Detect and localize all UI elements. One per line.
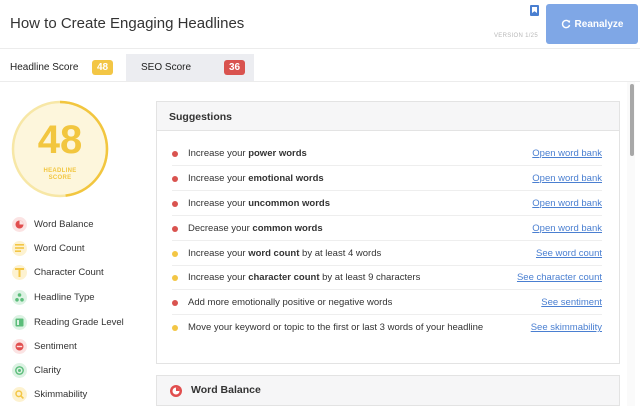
metric-skimmability[interactable]: Skimmability xyxy=(12,386,87,402)
score-label-line1: HEADLINE xyxy=(43,168,77,174)
metric-character-count[interactable]: Character Count xyxy=(12,264,104,280)
suggestion-link[interactable]: See character count xyxy=(517,270,602,285)
metric-label: Word Balance xyxy=(34,218,94,230)
text-t-icon xyxy=(12,264,27,280)
row-divider xyxy=(172,314,602,315)
suggestion-text: Increase your power words xyxy=(188,148,307,159)
bookmark-icon[interactable] xyxy=(530,5,539,16)
seo-score-badge: 36 xyxy=(224,60,246,75)
suggestion-link[interactable]: See word count xyxy=(536,246,602,261)
refresh-icon xyxy=(561,19,570,29)
pie-icon xyxy=(12,216,27,232)
headline-title[interactable]: How to Create Engaging Headlines xyxy=(10,15,244,32)
score-label-line2: SCORE xyxy=(48,175,72,181)
tab-headline-score[interactable]: Headline Score 48 xyxy=(0,54,126,81)
suggestions-header: Suggestions xyxy=(157,102,619,131)
reanalyze-label: Reanalyze xyxy=(574,18,624,30)
headline-score-badge: 48 xyxy=(92,60,114,75)
suggestion-text: Increase your character count by at leas… xyxy=(188,272,421,283)
suggestion-text: Decrease your common words xyxy=(188,223,323,234)
version-label: VERSION 1/25 xyxy=(494,33,538,39)
reanalyze-button[interactable]: Reanalyze xyxy=(546,4,638,44)
status-dot xyxy=(172,226,178,232)
header-divider xyxy=(0,48,640,49)
target-icon xyxy=(12,362,27,378)
status-dot xyxy=(172,325,178,331)
status-dot xyxy=(172,201,178,207)
metric-label: Reading Grade Level xyxy=(34,316,124,328)
suggestion-link[interactable]: Open word bank xyxy=(532,221,602,236)
row-divider xyxy=(172,215,602,216)
row-divider xyxy=(172,265,602,266)
metric-label: Headline Type xyxy=(34,291,95,303)
metric-label: Word Count xyxy=(34,242,85,254)
status-dot xyxy=(172,300,178,306)
score-label: HEADLINE SCORE xyxy=(11,168,109,182)
word-balance-title: Word Balance xyxy=(191,384,261,396)
suggestion-text: Add more emotionally positive or negativ… xyxy=(188,297,393,308)
tab-label: SEO Score xyxy=(141,62,192,73)
pie-icon xyxy=(170,385,182,397)
app-header: How to Create Engaging Headlines VERSION… xyxy=(0,0,640,48)
row-divider xyxy=(172,289,602,290)
row-divider xyxy=(172,165,602,166)
suggestion-text: Increase your emotional words xyxy=(188,173,324,184)
metric-label: Clarity xyxy=(34,364,61,376)
metric-word-balance[interactable]: Word Balance xyxy=(12,216,94,232)
cluster-icon xyxy=(12,289,27,305)
tabs-divider xyxy=(0,81,640,82)
status-dot xyxy=(172,275,178,281)
suggestion-link[interactable]: Open word bank xyxy=(532,171,602,186)
metric-label: Character Count xyxy=(34,266,104,278)
suggestion-link[interactable]: See sentiment xyxy=(541,295,602,310)
lines-icon xyxy=(12,240,27,256)
tab-label: Headline Score xyxy=(10,62,79,73)
suggestion-link[interactable]: See skimmability xyxy=(531,320,602,335)
suggestions-panel: Suggestions Increase your power words Ope… xyxy=(156,101,620,364)
metric-reading-grade-level[interactable]: Reading Grade Level xyxy=(12,314,124,330)
tab-seo-score[interactable]: SEO Score 36 xyxy=(126,54,254,81)
metric-word-count[interactable]: Word Count xyxy=(12,240,85,256)
face-icon xyxy=(12,338,27,354)
status-dot xyxy=(172,176,178,182)
suggestions-title: Suggestions xyxy=(169,111,233,123)
suggestion-text: Increase your word count by at least 4 w… xyxy=(188,248,382,259)
row-divider xyxy=(172,190,602,191)
search-icon xyxy=(12,386,27,402)
suggestion-text: Move your keyword or topic to the first … xyxy=(188,322,484,333)
book-icon xyxy=(12,314,27,330)
suggestion-link[interactable]: Open word bank xyxy=(532,146,602,161)
status-dot xyxy=(172,251,178,257)
score-value: 48 xyxy=(37,118,83,162)
word-balance-panel[interactable]: Word Balance xyxy=(156,375,620,406)
metric-label: Skimmability xyxy=(34,388,88,400)
metric-headline-type[interactable]: Headline Type xyxy=(12,289,95,305)
suggestion-text: Increase your uncommon words xyxy=(188,198,331,209)
metric-sentiment[interactable]: Sentiment xyxy=(12,338,77,354)
status-dot xyxy=(172,151,178,157)
scrollbar-thumb[interactable] xyxy=(630,84,634,156)
metric-clarity[interactable]: Clarity xyxy=(12,362,61,378)
metric-label: Sentiment xyxy=(34,340,77,352)
suggestion-link[interactable]: Open word bank xyxy=(532,196,602,211)
row-divider xyxy=(172,240,602,241)
